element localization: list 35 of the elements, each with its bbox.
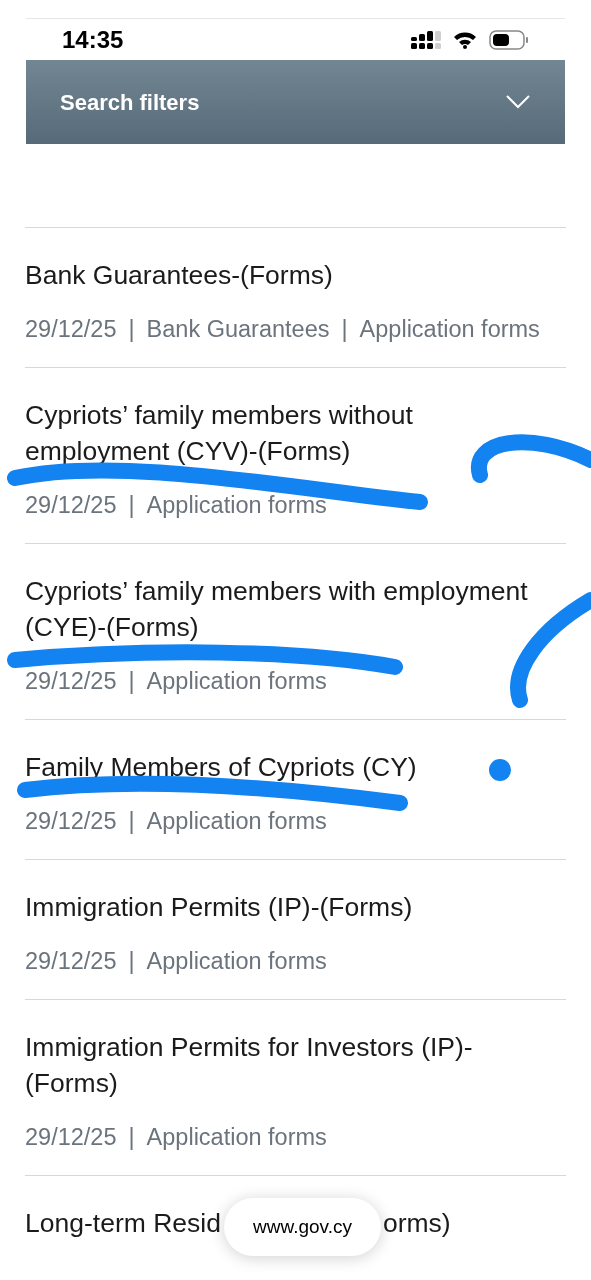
result-date: 29/12/25 [25, 667, 117, 696]
battery-icon [489, 29, 529, 50]
chevron-icon [505, 94, 531, 110]
address-pill[interactable]: www.gov.cy [224, 1198, 381, 1256]
status-time: 14:35 [62, 24, 124, 55]
meta-separator: | [128, 667, 135, 696]
meta-separator: | [128, 491, 135, 520]
result-title-link[interactable]: Cypriots’ family members with employment (CYE)-(Forms) [25, 573, 566, 645]
result-date: 29/12/25 [25, 491, 117, 520]
signal-icon [411, 30, 441, 49]
result-title-link[interactable]: Family Members of Cypriots (CY) [25, 749, 566, 785]
result-category: Application forms [146, 1123, 327, 1152]
result-title-link[interactable]: orms) [382, 1205, 451, 1241]
result-date: 29/12/25 [25, 947, 117, 976]
result-category: Application forms [146, 491, 327, 520]
result-date: 29/12/25 [25, 1123, 117, 1152]
result-title-link[interactable]: Long-term Resid [25, 1205, 221, 1241]
meta-separator: | [341, 315, 348, 344]
result-category: Application forms [146, 947, 327, 976]
meta-separator: | [128, 947, 135, 976]
result-date: 29/12/25 [25, 807, 117, 836]
result-category: Application forms [146, 807, 327, 836]
meta-separator: | [128, 807, 135, 836]
meta-separator: | [128, 1123, 135, 1152]
wifi-icon [453, 30, 477, 49]
result-category: Bank Guarantees [146, 315, 330, 344]
meta-separator: | [128, 315, 135, 344]
search-filters-bar[interactable]: Search filters [26, 60, 565, 144]
result-date: 29/12/25 [25, 315, 117, 344]
result-title-link[interactable]: Cypriots’ family members without employment (CYV)-(Forms) [25, 397, 566, 469]
result-title-link[interactable]: Immigration Permits for Investors (IP)-(Forms) [25, 1029, 566, 1101]
result-category: Application forms [359, 315, 540, 344]
result-category: Application forms [146, 667, 327, 696]
result-title-link[interactable]: Immigration Permits (IP)-(Forms) [25, 889, 566, 925]
result-title-link[interactable]: Bank Guarantees-(Forms) [25, 257, 566, 293]
